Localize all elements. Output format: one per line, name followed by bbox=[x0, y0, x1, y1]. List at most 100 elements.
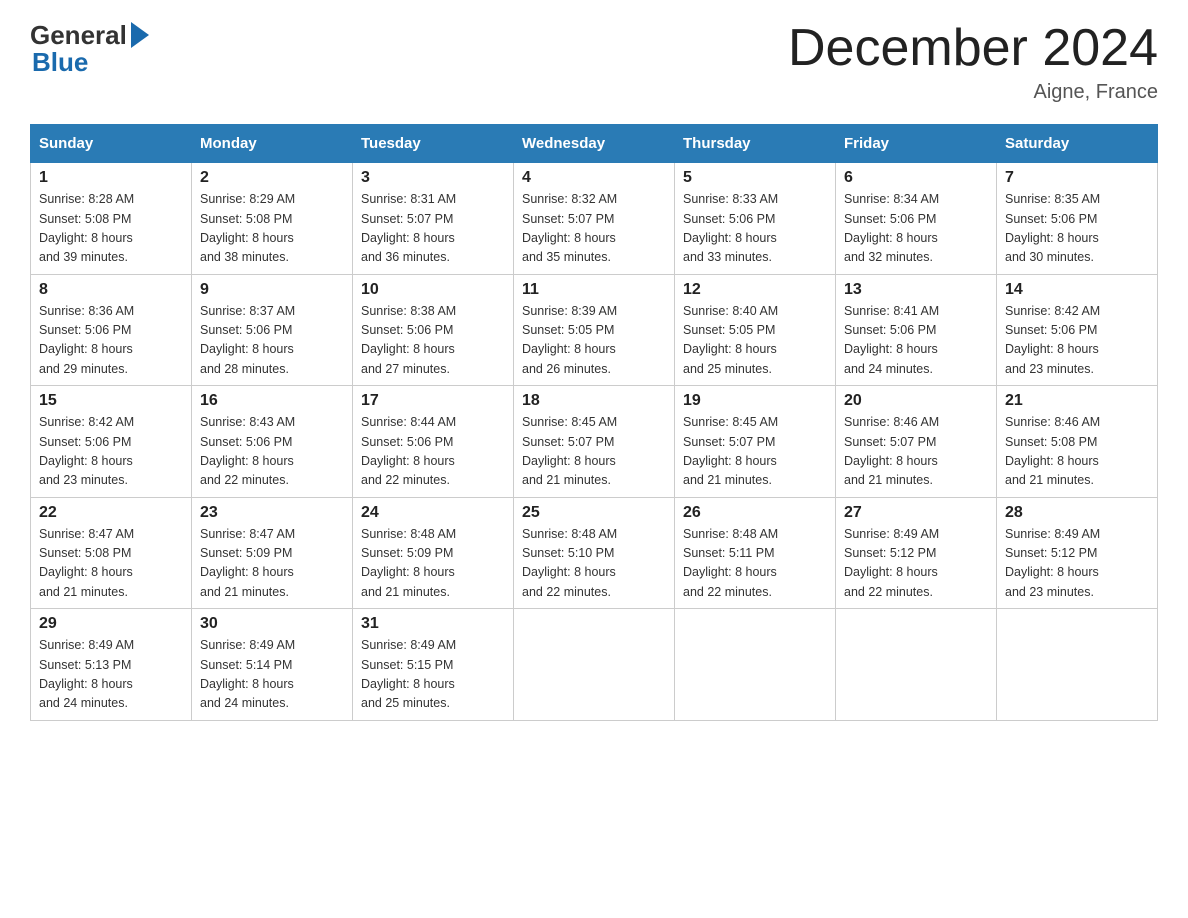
header-day-saturday: Saturday bbox=[997, 125, 1158, 163]
day-cell-7: 7 Sunrise: 8:35 AMSunset: 5:06 PMDayligh… bbox=[997, 163, 1158, 275]
empty-cell bbox=[514, 609, 675, 721]
header-day-thursday: Thursday bbox=[675, 125, 836, 163]
day-cell-3: 3 Sunrise: 8:31 AMSunset: 5:07 PMDayligh… bbox=[353, 163, 514, 275]
day-info: Sunrise: 8:49 AMSunset: 5:13 PMDaylight:… bbox=[39, 638, 134, 710]
day-info: Sunrise: 8:48 AMSunset: 5:11 PMDaylight:… bbox=[683, 527, 778, 599]
day-number: 18 bbox=[522, 392, 666, 410]
header-day-sunday: Sunday bbox=[31, 125, 192, 163]
day-number: 12 bbox=[683, 281, 827, 299]
day-cell-15: 15 Sunrise: 8:42 AMSunset: 5:06 PMDaylig… bbox=[31, 386, 192, 498]
week-row-2: 8 Sunrise: 8:36 AMSunset: 5:06 PMDayligh… bbox=[31, 274, 1158, 386]
day-info: Sunrise: 8:39 AMSunset: 5:05 PMDaylight:… bbox=[522, 304, 617, 376]
day-info: Sunrise: 8:48 AMSunset: 5:09 PMDaylight:… bbox=[361, 527, 456, 599]
day-cell-31: 31 Sunrise: 8:49 AMSunset: 5:15 PMDaylig… bbox=[353, 609, 514, 721]
day-info: Sunrise: 8:42 AMSunset: 5:06 PMDaylight:… bbox=[1005, 304, 1100, 376]
day-number: 14 bbox=[1005, 281, 1149, 299]
header-day-friday: Friday bbox=[836, 125, 997, 163]
day-info: Sunrise: 8:44 AMSunset: 5:06 PMDaylight:… bbox=[361, 415, 456, 487]
day-number: 9 bbox=[200, 281, 344, 299]
day-info: Sunrise: 8:32 AMSunset: 5:07 PMDaylight:… bbox=[522, 192, 617, 264]
day-info: Sunrise: 8:29 AMSunset: 5:08 PMDaylight:… bbox=[200, 192, 295, 264]
day-cell-18: 18 Sunrise: 8:45 AMSunset: 5:07 PMDaylig… bbox=[514, 386, 675, 498]
day-cell-19: 19 Sunrise: 8:45 AMSunset: 5:07 PMDaylig… bbox=[675, 386, 836, 498]
day-cell-25: 25 Sunrise: 8:48 AMSunset: 5:10 PMDaylig… bbox=[514, 497, 675, 609]
day-number: 23 bbox=[200, 504, 344, 522]
day-info: Sunrise: 8:43 AMSunset: 5:06 PMDaylight:… bbox=[200, 415, 295, 487]
day-cell-1: 1 Sunrise: 8:28 AMSunset: 5:08 PMDayligh… bbox=[31, 163, 192, 275]
day-cell-26: 26 Sunrise: 8:48 AMSunset: 5:11 PMDaylig… bbox=[675, 497, 836, 609]
day-info: Sunrise: 8:49 AMSunset: 5:12 PMDaylight:… bbox=[1005, 527, 1100, 599]
day-info: Sunrise: 8:42 AMSunset: 5:06 PMDaylight:… bbox=[39, 415, 134, 487]
day-number: 25 bbox=[522, 504, 666, 522]
day-number: 26 bbox=[683, 504, 827, 522]
day-number: 3 bbox=[361, 169, 505, 187]
day-cell-22: 22 Sunrise: 8:47 AMSunset: 5:08 PMDaylig… bbox=[31, 497, 192, 609]
day-info: Sunrise: 8:46 AMSunset: 5:08 PMDaylight:… bbox=[1005, 415, 1100, 487]
calendar-body: 1 Sunrise: 8:28 AMSunset: 5:08 PMDayligh… bbox=[31, 163, 1158, 721]
day-info: Sunrise: 8:46 AMSunset: 5:07 PMDaylight:… bbox=[844, 415, 939, 487]
day-info: Sunrise: 8:34 AMSunset: 5:06 PMDaylight:… bbox=[844, 192, 939, 264]
day-info: Sunrise: 8:45 AMSunset: 5:07 PMDaylight:… bbox=[683, 415, 778, 487]
empty-cell bbox=[675, 609, 836, 721]
day-cell-16: 16 Sunrise: 8:43 AMSunset: 5:06 PMDaylig… bbox=[192, 386, 353, 498]
day-cell-30: 30 Sunrise: 8:49 AMSunset: 5:14 PMDaylig… bbox=[192, 609, 353, 721]
day-info: Sunrise: 8:47 AMSunset: 5:09 PMDaylight:… bbox=[200, 527, 295, 599]
title-block: December 2024 Aigne, France bbox=[788, 20, 1158, 104]
calendar-table: SundayMondayTuesdayWednesdayThursdayFrid… bbox=[30, 124, 1158, 721]
day-number: 29 bbox=[39, 615, 183, 633]
month-title: December 2024 bbox=[788, 20, 1158, 77]
day-info: Sunrise: 8:49 AMSunset: 5:14 PMDaylight:… bbox=[200, 638, 295, 710]
day-number: 13 bbox=[844, 281, 988, 299]
logo-blue-text: Blue bbox=[32, 47, 88, 78]
day-cell-14: 14 Sunrise: 8:42 AMSunset: 5:06 PMDaylig… bbox=[997, 274, 1158, 386]
day-cell-2: 2 Sunrise: 8:29 AMSunset: 5:08 PMDayligh… bbox=[192, 163, 353, 275]
day-cell-8: 8 Sunrise: 8:36 AMSunset: 5:06 PMDayligh… bbox=[31, 274, 192, 386]
day-number: 24 bbox=[361, 504, 505, 522]
day-number: 22 bbox=[39, 504, 183, 522]
day-number: 2 bbox=[200, 169, 344, 187]
day-cell-28: 28 Sunrise: 8:49 AMSunset: 5:12 PMDaylig… bbox=[997, 497, 1158, 609]
header-row: SundayMondayTuesdayWednesdayThursdayFrid… bbox=[31, 125, 1158, 163]
day-number: 28 bbox=[1005, 504, 1149, 522]
day-info: Sunrise: 8:49 AMSunset: 5:15 PMDaylight:… bbox=[361, 638, 456, 710]
day-number: 6 bbox=[844, 169, 988, 187]
week-row-3: 15 Sunrise: 8:42 AMSunset: 5:06 PMDaylig… bbox=[31, 386, 1158, 498]
day-number: 30 bbox=[200, 615, 344, 633]
empty-cell bbox=[836, 609, 997, 721]
day-info: Sunrise: 8:48 AMSunset: 5:10 PMDaylight:… bbox=[522, 527, 617, 599]
header-day-monday: Monday bbox=[192, 125, 353, 163]
day-number: 4 bbox=[522, 169, 666, 187]
day-cell-9: 9 Sunrise: 8:37 AMSunset: 5:06 PMDayligh… bbox=[192, 274, 353, 386]
day-number: 11 bbox=[522, 281, 666, 299]
day-cell-27: 27 Sunrise: 8:49 AMSunset: 5:12 PMDaylig… bbox=[836, 497, 997, 609]
day-info: Sunrise: 8:49 AMSunset: 5:12 PMDaylight:… bbox=[844, 527, 939, 599]
week-row-1: 1 Sunrise: 8:28 AMSunset: 5:08 PMDayligh… bbox=[31, 163, 1158, 275]
day-cell-12: 12 Sunrise: 8:40 AMSunset: 5:05 PMDaylig… bbox=[675, 274, 836, 386]
day-cell-5: 5 Sunrise: 8:33 AMSunset: 5:06 PMDayligh… bbox=[675, 163, 836, 275]
day-number: 17 bbox=[361, 392, 505, 410]
day-info: Sunrise: 8:35 AMSunset: 5:06 PMDaylight:… bbox=[1005, 192, 1100, 264]
day-number: 21 bbox=[1005, 392, 1149, 410]
page-header: General Blue December 2024 Aigne, France bbox=[30, 20, 1158, 104]
day-cell-6: 6 Sunrise: 8:34 AMSunset: 5:06 PMDayligh… bbox=[836, 163, 997, 275]
week-row-4: 22 Sunrise: 8:47 AMSunset: 5:08 PMDaylig… bbox=[31, 497, 1158, 609]
day-number: 7 bbox=[1005, 169, 1149, 187]
calendar-header: SundayMondayTuesdayWednesdayThursdayFrid… bbox=[31, 125, 1158, 163]
day-info: Sunrise: 8:36 AMSunset: 5:06 PMDaylight:… bbox=[39, 304, 134, 376]
day-number: 10 bbox=[361, 281, 505, 299]
day-info: Sunrise: 8:45 AMSunset: 5:07 PMDaylight:… bbox=[522, 415, 617, 487]
day-info: Sunrise: 8:33 AMSunset: 5:06 PMDaylight:… bbox=[683, 192, 778, 264]
day-cell-10: 10 Sunrise: 8:38 AMSunset: 5:06 PMDaylig… bbox=[353, 274, 514, 386]
header-day-tuesday: Tuesday bbox=[353, 125, 514, 163]
day-cell-13: 13 Sunrise: 8:41 AMSunset: 5:06 PMDaylig… bbox=[836, 274, 997, 386]
logo-arrow-icon bbox=[131, 22, 149, 48]
day-number: 5 bbox=[683, 169, 827, 187]
empty-cell bbox=[997, 609, 1158, 721]
day-cell-23: 23 Sunrise: 8:47 AMSunset: 5:09 PMDaylig… bbox=[192, 497, 353, 609]
day-cell-11: 11 Sunrise: 8:39 AMSunset: 5:05 PMDaylig… bbox=[514, 274, 675, 386]
day-number: 1 bbox=[39, 169, 183, 187]
day-info: Sunrise: 8:41 AMSunset: 5:06 PMDaylight:… bbox=[844, 304, 939, 376]
day-number: 8 bbox=[39, 281, 183, 299]
day-info: Sunrise: 8:47 AMSunset: 5:08 PMDaylight:… bbox=[39, 527, 134, 599]
day-cell-24: 24 Sunrise: 8:48 AMSunset: 5:09 PMDaylig… bbox=[353, 497, 514, 609]
